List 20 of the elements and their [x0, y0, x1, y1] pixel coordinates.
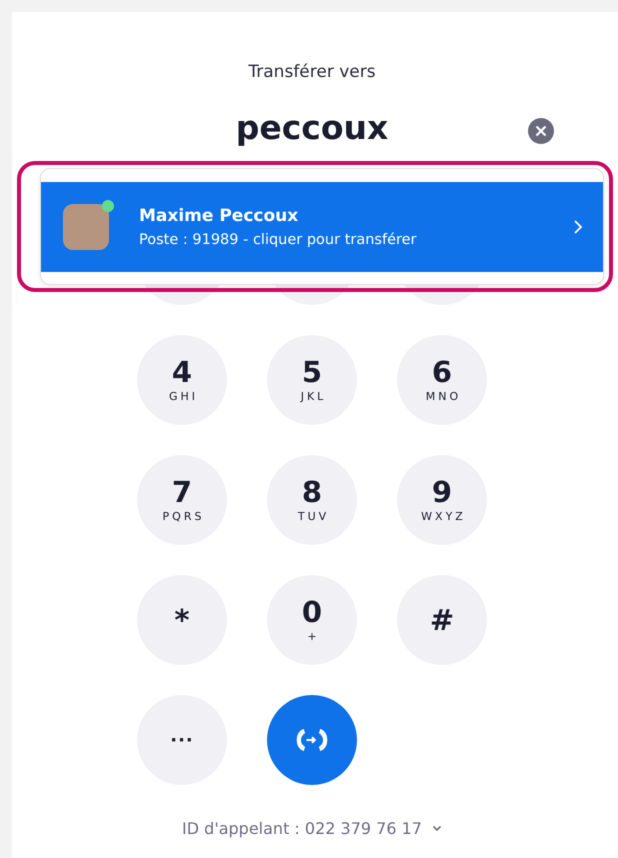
- more-button[interactable]: ···: [137, 695, 227, 785]
- keypad-button[interactable]: 0 +: [267, 575, 357, 665]
- dialog-title: Transférer vers: [248, 62, 376, 82]
- contact-name: Maxime Peccoux: [139, 206, 300, 226]
- keypad-button[interactable]: #: [397, 575, 487, 665]
- chevron-right-icon: [573, 219, 583, 235]
- caller-id-label[interactable]: ID d'appelant : 022 379 76 17: [182, 819, 422, 838]
- keypad-button[interactable]: 7 PQRS: [137, 455, 227, 545]
- chevron-down-icon[interactable]: [432, 825, 442, 832]
- contact-extension: Poste : 91989 - cliquer pour transférer: [139, 232, 418, 248]
- avatar-photo-placeholder: [63, 204, 109, 250]
- call-transfer-icon: [294, 726, 330, 754]
- keypad-button[interactable]: 9 WXYZ: [397, 455, 487, 545]
- keypad-button[interactable]: 5 JKL: [267, 335, 357, 425]
- contact-result-item[interactable]: Maxime Peccoux Poste : 91989 - cliquer pour transférer: [41, 182, 603, 272]
- keypad-button[interactable]: 6 MNO: [397, 335, 487, 425]
- clear-icon[interactable]: [528, 118, 554, 144]
- keypad-button[interactable]: 4 GHI: [137, 335, 227, 425]
- keypad-button[interactable]: 8 TUV: [267, 455, 357, 545]
- keypad-button[interactable]: *: [137, 575, 227, 665]
